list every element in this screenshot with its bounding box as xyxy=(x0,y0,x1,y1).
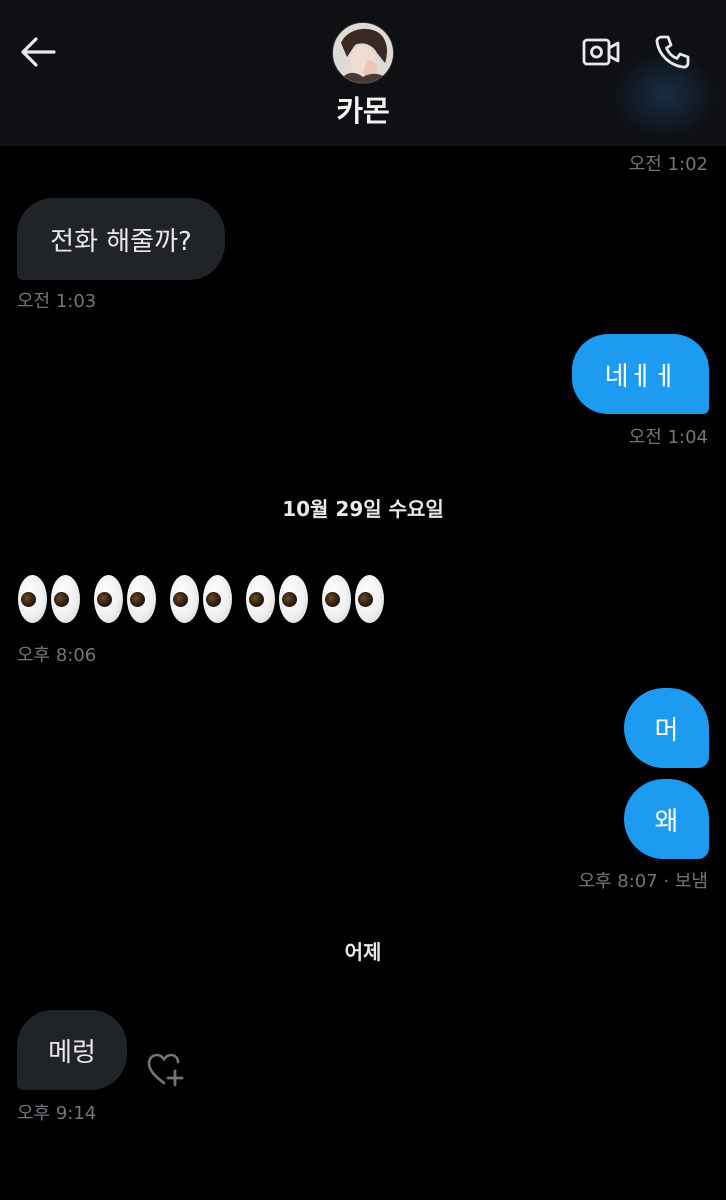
eyes-emoji xyxy=(322,575,388,623)
incoming-message[interactable]: 전화 해줄까? xyxy=(17,198,225,280)
video-call-button[interactable] xyxy=(578,32,624,72)
message-text: 전화 해줄까? xyxy=(50,226,192,257)
contact-avatar[interactable] xyxy=(332,22,394,84)
outgoing-message[interactable]: 왜 xyxy=(624,779,709,859)
message-timestamp: 오전 1:03 xyxy=(17,291,97,312)
eyes-emoji xyxy=(246,575,312,623)
heart-plus-icon xyxy=(147,1053,184,1087)
voice-call-button[interactable] xyxy=(650,30,694,74)
back-button[interactable] xyxy=(18,32,58,72)
message-text: 네ㅔㅔ xyxy=(604,361,677,392)
arrow-left-icon xyxy=(21,37,56,67)
message-timestamp: 오후 9:14 xyxy=(17,1103,97,1124)
avatar-image xyxy=(333,23,393,83)
eyes-emoji xyxy=(170,575,236,623)
outgoing-message[interactable]: 머 xyxy=(624,688,709,768)
contact-name[interactable]: 카몬 xyxy=(0,88,726,130)
message-status: 오후 8:07 · 보냄 xyxy=(578,871,708,892)
date-separator: 어제 xyxy=(344,940,382,964)
outgoing-message[interactable]: 네ㅔㅔ xyxy=(572,334,709,414)
chat-header: 카몬 xyxy=(0,0,726,146)
incoming-emoji-message[interactable]: 👀👀👀👀👀 xyxy=(18,575,398,623)
eyes-emoji xyxy=(94,575,160,623)
video-camera-icon xyxy=(582,38,620,66)
message-text: 왜 xyxy=(654,806,679,837)
add-reaction-button[interactable] xyxy=(146,1052,186,1088)
message-timestamp: 오전 1:02 xyxy=(628,154,708,175)
incoming-message[interactable]: 메렁 xyxy=(17,1010,127,1090)
message-text: 메렁 xyxy=(48,1037,96,1068)
message-timestamp: 오전 1:04 xyxy=(628,427,708,448)
date-separator: 10월 29일 수요일 xyxy=(282,497,444,521)
eyes-emoji xyxy=(18,575,84,623)
phone-icon xyxy=(655,35,690,69)
message-text: 머 xyxy=(654,715,679,746)
message-timestamp: 오후 8:06 xyxy=(17,645,97,666)
